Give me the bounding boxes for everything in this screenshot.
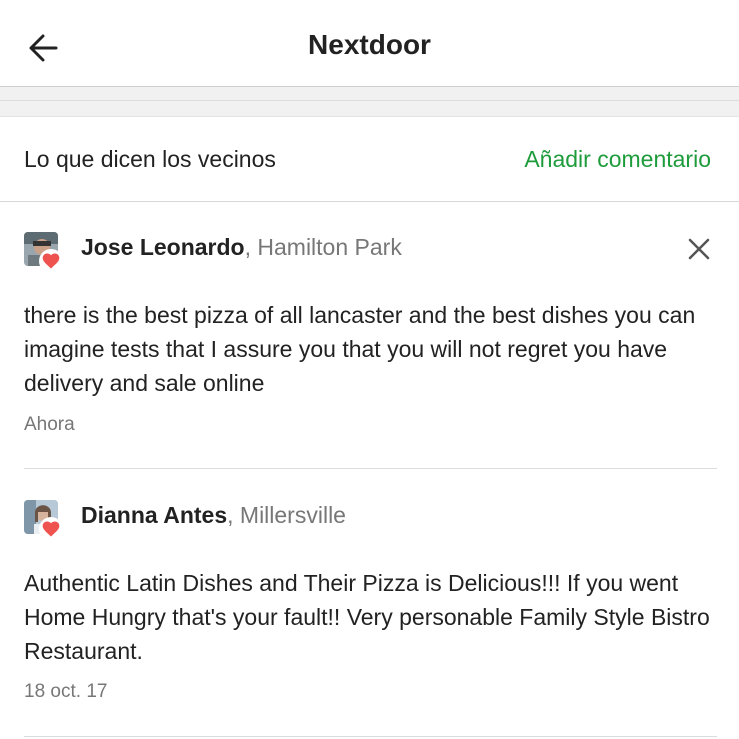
divider	[24, 736, 717, 737]
section-title: Lo que dicen los vecinos	[24, 146, 276, 172]
page-title: Nextdoor	[308, 29, 431, 60]
avatar[interactable]	[24, 500, 63, 541]
author-neighborhood: Hamilton Park	[257, 234, 402, 260]
comment-item: Jose Leonardo, Hamilton Park there is th…	[0, 202, 739, 470]
close-icon	[688, 238, 710, 260]
avatar[interactable]	[24, 232, 63, 273]
heart-icon	[39, 517, 63, 541]
comment-item: Dianna Antes, Millersville Authentic Lat…	[0, 469, 739, 737]
comments-header: Lo que dicen los vecinos Añadir comentar…	[0, 117, 739, 202]
comment-text: there is the best pizza of all lancaster…	[24, 302, 696, 396]
author-name[interactable]: Dianna Antes	[81, 502, 227, 528]
section-divider	[0, 87, 739, 117]
author-line: Dianna Antes, Millersville	[81, 502, 346, 528]
author-name[interactable]: Jose Leonardo	[81, 234, 245, 260]
close-button[interactable]	[686, 236, 712, 262]
author-line: Jose Leonardo, Hamilton Park	[81, 234, 402, 260]
comment-timestamp: 18 oct. 17	[24, 681, 108, 702]
top-navbar: Nextdoor	[0, 0, 739, 87]
add-comment-link[interactable]: Añadir comentario	[524, 146, 711, 173]
heart-icon	[39, 249, 63, 273]
comment-timestamp: Ahora	[24, 414, 75, 435]
comment-text: Authentic Latin Dishes and Their Pizza i…	[24, 570, 710, 664]
author-neighborhood: Millersville	[239, 502, 346, 528]
